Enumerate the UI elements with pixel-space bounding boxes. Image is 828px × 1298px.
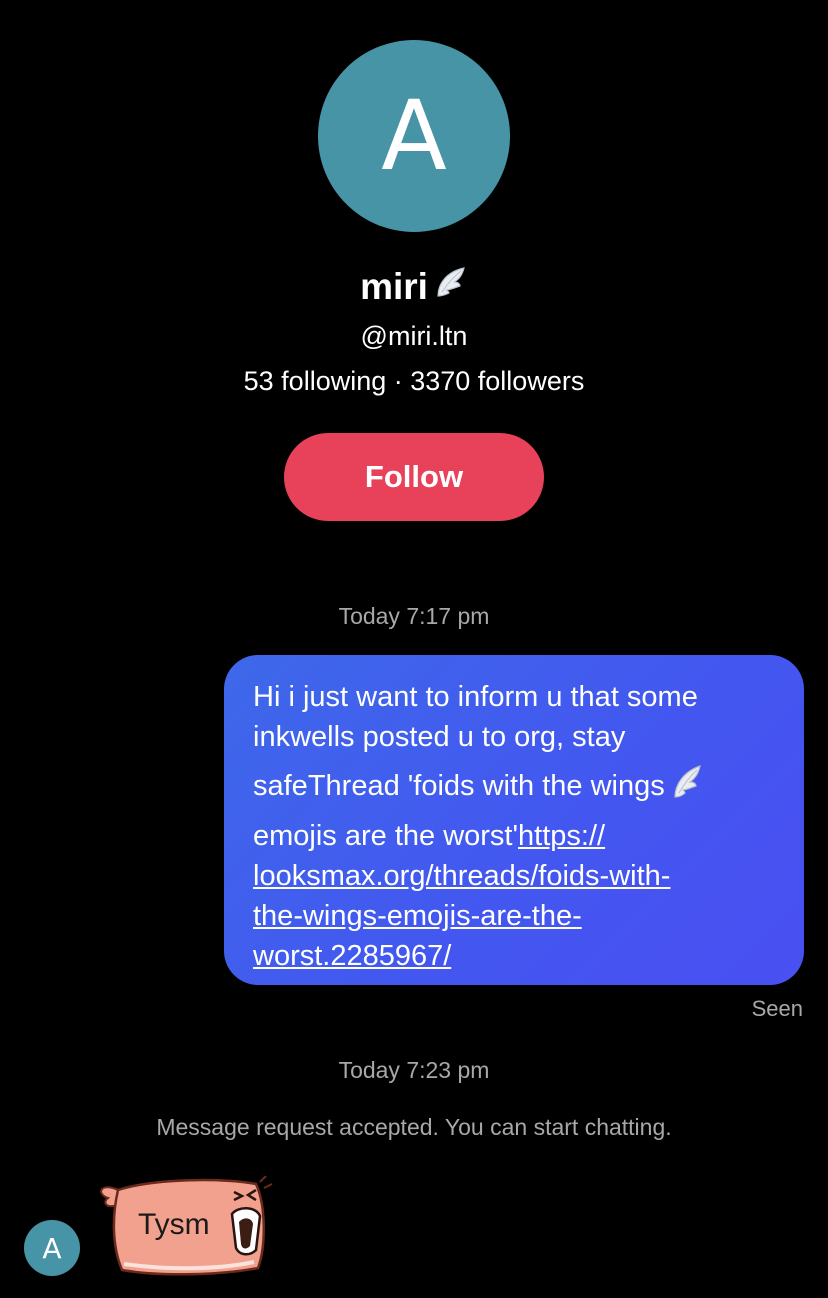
- message-line: inkwells posted u to org, stay: [253, 721, 626, 753]
- wing-icon: [432, 264, 468, 309]
- profile-name-text: miri: [360, 265, 428, 307]
- message-text: safeThread 'foids with the wings: [253, 770, 665, 803]
- profile-stats: 53 following · 3370 followers: [243, 366, 585, 396]
- sender-avatar[interactable]: A: [24, 1220, 80, 1276]
- seen-status: Seen: [751, 996, 803, 1021]
- message-line: the-wings-emojis-are-the-: [253, 896, 776, 936]
- thread-link[interactable]: worst.2285967/: [253, 940, 451, 972]
- wing-icon: [671, 763, 703, 812]
- outgoing-message-bubble[interactable]: Hi i just want to inform u that some ink…: [224, 655, 804, 985]
- message-line: worst.2285967/: [253, 936, 776, 976]
- thread-link[interactable]: the-wings-emojis-are-the-: [253, 900, 582, 932]
- message-line: safeThread 'foids with the wings: [253, 763, 776, 812]
- sender-avatar-initial: A: [42, 1231, 62, 1265]
- message-line: Hi i just want to inform u that some: [253, 681, 698, 713]
- sticker-text: Tysm: [138, 1208, 210, 1241]
- thread-link[interactable]: https://: [518, 820, 605, 852]
- follow-button[interactable]: Follow: [284, 433, 544, 521]
- message-line: emojis are the worst'https://: [253, 816, 776, 856]
- profile-avatar-initial: A: [381, 80, 447, 192]
- profile-name: miri: [0, 264, 828, 309]
- timestamp: Today 7:23 pm: [338, 1057, 490, 1083]
- system-message: Message request accepted. You can start …: [156, 1114, 672, 1140]
- thread-link[interactable]: looksmax.org/threads/foids-with-: [253, 860, 670, 892]
- profile-handle: @miri.ltn: [360, 321, 468, 351]
- profile-avatar[interactable]: A: [318, 40, 510, 232]
- timestamp: Today 7:17 pm: [338, 603, 490, 629]
- message-line: looksmax.org/threads/foids-with-: [253, 856, 776, 896]
- message-text: emojis are the worst': [253, 820, 519, 852]
